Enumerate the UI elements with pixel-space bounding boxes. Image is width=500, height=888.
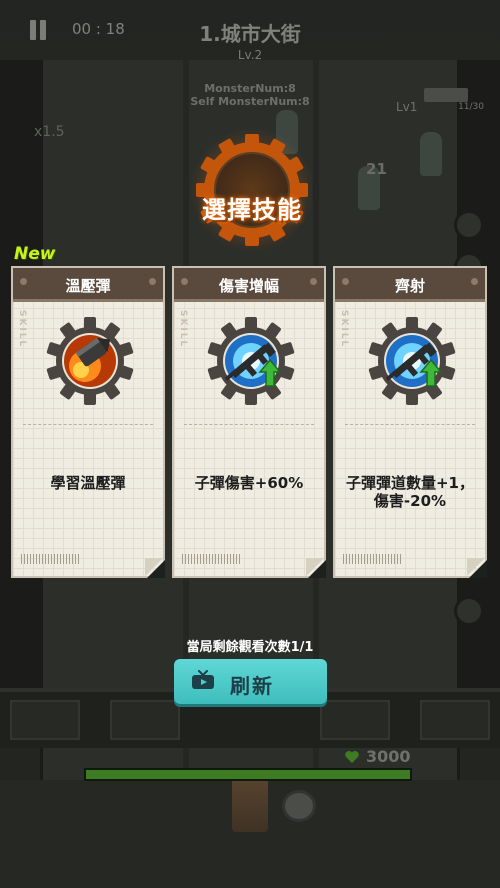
- card-side-label: SKILL: [17, 310, 27, 349]
- card-title: 傷害增幅: [218, 277, 279, 295]
- card-header: 溫壓彈: [13, 268, 163, 302]
- ammo-count: 11/30: [458, 102, 484, 112]
- barcode-decoration: [21, 554, 81, 564]
- card-description: 學習溫壓彈: [50, 474, 126, 492]
- weapon-indicator: Lv1 11/30: [396, 82, 484, 118]
- zombie: [420, 132, 442, 176]
- barcode-decoration: [343, 554, 403, 564]
- skill-select-title: 選擇技能: [188, 126, 316, 254]
- card-header: 傷害增幅: [174, 268, 324, 302]
- card-divider: [184, 424, 314, 425]
- ad-watch-remaining: 當局剩餘觀看次數1/1: [186, 640, 314, 655]
- new-badge: New: [14, 244, 56, 264]
- barrel: [454, 596, 484, 626]
- card-divider: [345, 424, 475, 425]
- card-title: 溫壓彈: [65, 277, 111, 295]
- rifle-upgrade-icon: [207, 317, 295, 405]
- card-divider: [23, 424, 153, 425]
- card-side-label: SKILL: [178, 310, 188, 349]
- speed-multiplier: x1.5: [34, 124, 65, 140]
- card-description: 子彈彈道數量+1，傷害-20%: [345, 474, 474, 510]
- skill-card-damage-boost[interactable]: 傷害增幅 SKILL 子彈傷害+60%: [172, 266, 326, 578]
- hp-value: 3000: [366, 747, 411, 766]
- tv-icon: [192, 670, 214, 689]
- skill-select-title-text: 選擇技能: [202, 196, 302, 224]
- thermobaric-bullet-icon: [46, 317, 134, 405]
- player-soldier: [232, 772, 268, 832]
- card-header: 齊射: [335, 268, 485, 302]
- card-side-label: SKILL: [339, 310, 349, 349]
- barrel: [454, 210, 484, 240]
- weapon-level: Lv1: [396, 100, 418, 114]
- card-title: 齊射: [394, 277, 425, 295]
- heart-icon: [345, 751, 359, 763]
- level-title: 1.城市大街: [199, 22, 301, 46]
- rifle-icon: [424, 88, 468, 102]
- card-description: 子彈傷害+60%: [194, 474, 304, 492]
- card-folded-corner: [308, 560, 326, 578]
- rifle-upgrade-icon: [368, 317, 456, 405]
- skill-card-volley[interactable]: 齊射 SKILL 子彈彈道數量+1，傷害-20%: [333, 266, 487, 578]
- hp-bar-fill: [86, 770, 410, 779]
- refresh-label: 刷新: [230, 674, 274, 698]
- card-folded-corner: [147, 560, 165, 578]
- hp-bar: [84, 768, 412, 781]
- companion-drone: [282, 790, 316, 822]
- refresh-button[interactable]: 刷新: [174, 659, 327, 704]
- barcode-decoration: [182, 554, 242, 564]
- card-folded-corner: [469, 560, 487, 578]
- damage-popup: 21: [366, 160, 387, 178]
- level-sub: Lv.2: [237, 48, 263, 62]
- skill-card-thermobaric[interactable]: 溫壓彈 SKILL 學習溫壓彈: [11, 266, 165, 578]
